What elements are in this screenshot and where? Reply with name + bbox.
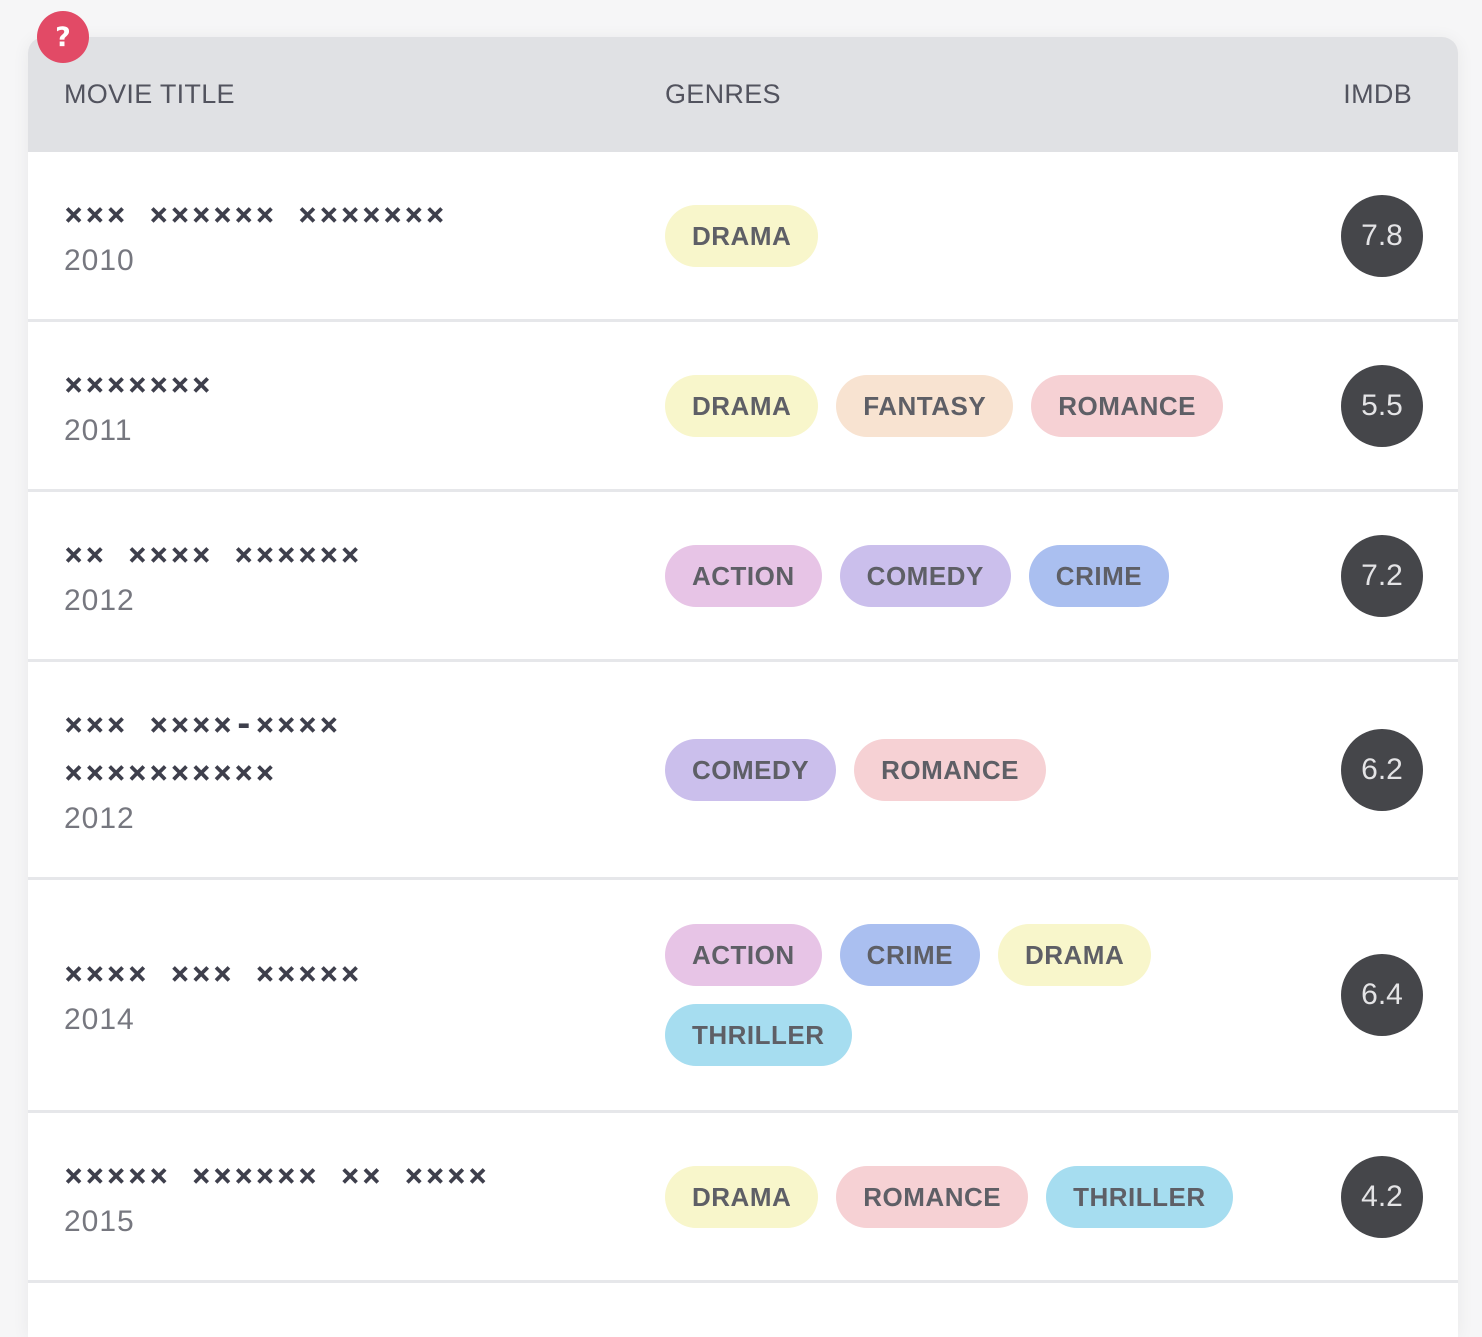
movie-title-cell: ××× ××××-×××× ×××××××××× 2012 xyxy=(64,662,584,877)
genre-tag[interactable]: FANTASY xyxy=(836,374,1014,437)
genre-tag[interactable]: THRILLER xyxy=(665,1004,852,1066)
movie-year: 2011 xyxy=(64,413,133,447)
movie-title: ××××××× xyxy=(64,364,213,403)
genre-tag[interactable]: CRIME xyxy=(1028,544,1170,607)
genres-cell: DRAMA xyxy=(665,152,1265,319)
imdb-rating-badge: 4.2 xyxy=(1341,1155,1423,1238)
genre-tag[interactable]: CRIME xyxy=(839,924,980,986)
movie-title: ×× ×××× ×××××× xyxy=(64,534,362,573)
movie-title-cell: ××××× ×××××× ×× ×××× 2015 xyxy=(64,1113,584,1280)
genres-cell: ACTION COMEDY CRIME xyxy=(665,492,1265,659)
movie-year: 2012 xyxy=(64,801,135,835)
table-row[interactable]: ××× ×××××× ××××××× 2010 DRAMA 7.8 xyxy=(28,152,1458,322)
genre-tag[interactable]: DRAMA xyxy=(997,924,1152,986)
imdb-rating-badge: 5.5 xyxy=(1341,364,1423,447)
genre-tag[interactable]: DRAMA xyxy=(665,1165,819,1228)
imdb-rating-badge: 7.8 xyxy=(1341,194,1423,277)
genres-cell: DRAMA ROMANCE THRILLER xyxy=(665,1113,1265,1280)
table-row[interactable]: ××× ××××-×××× ×××××××××× 2012 COMEDY ROMANC… xyxy=(28,662,1458,880)
movie-year: 2014 xyxy=(64,1003,135,1036)
imdb-rating-badge: 7.2 xyxy=(1341,534,1423,617)
genre-tag[interactable]: DRAMA xyxy=(665,204,819,267)
movie-title: ××××× ×××××× ×× ×××× xyxy=(64,1155,490,1194)
table-body: ××× ×××××× ××××××× 2010 DRAMA 7.8 ××××××× 201… xyxy=(28,152,1458,1283)
movie-title-cell: ×××× ××× ××××× 2014 xyxy=(64,880,584,1110)
imdb-rating-badge: 6.4 xyxy=(1341,954,1423,1036)
column-header-genres[interactable]: GENRES xyxy=(665,79,781,110)
table-row[interactable]: ××××××× 2011 DRAMA FANTASY ROMANCE 5.5 xyxy=(28,322,1458,492)
genre-tag[interactable]: ROMANCE xyxy=(836,1165,1029,1228)
movie-year: 2010 xyxy=(64,243,135,277)
column-header-title[interactable]: MOVIE TITLE xyxy=(64,79,235,110)
genres-cell: ACTION CRIME DRAMA THRILLER xyxy=(665,880,1165,1110)
genre-tag[interactable]: COMEDY xyxy=(839,544,1011,607)
column-header-imdb[interactable]: IMDB xyxy=(1343,79,1412,110)
movie-title: ×××× ××× ××××× xyxy=(64,954,362,992)
table-row[interactable]: ×× ×××× ×××××× 2012 ACTION COMEDY CRIME 7.2 xyxy=(28,492,1458,662)
imdb-rating-badge: 6.2 xyxy=(1341,728,1423,811)
genres-cell: DRAMA FANTASY ROMANCE xyxy=(665,322,1265,489)
movie-title-cell: ××× ×××××× ××××××× 2010 xyxy=(64,152,584,319)
genre-tag[interactable]: ROMANCE xyxy=(1031,374,1224,437)
table-header: MOVIE TITLE GENRES IMDB xyxy=(28,37,1458,152)
genre-tag[interactable]: ROMANCE xyxy=(854,738,1046,801)
table-row[interactable]: ××××× ×××××× ×× ×××× 2015 DRAMA ROMANCE THRI… xyxy=(28,1113,1458,1283)
genre-tag[interactable]: THRILLER xyxy=(1046,1165,1233,1228)
movie-year: 2012 xyxy=(64,583,135,617)
movie-title: ××× ××××-×××× ×××××××××× xyxy=(64,704,341,791)
genre-tag[interactable]: ACTION xyxy=(665,544,822,607)
help-button[interactable]: ? xyxy=(37,11,89,63)
genres-cell: COMEDY ROMANCE xyxy=(665,662,1265,877)
movie-title-cell: ××××××× 2011 xyxy=(64,322,584,489)
movie-table: MOVIE TITLE GENRES IMDB ××× ×××××× ×××××… xyxy=(28,37,1458,1337)
genre-tag[interactable]: DRAMA xyxy=(665,374,819,437)
genre-tag[interactable]: ACTION xyxy=(665,924,822,986)
movie-title: ××× ×××××× ××××××× xyxy=(64,194,447,233)
movie-year: 2015 xyxy=(64,1204,135,1238)
table-row[interactable]: ×××× ××× ××××× 2014 ACTION CRIME DRAMA THRILL… xyxy=(28,880,1458,1113)
genre-tag[interactable]: COMEDY xyxy=(665,738,837,801)
movie-title-cell: ×× ×××× ×××××× 2012 xyxy=(64,492,584,659)
